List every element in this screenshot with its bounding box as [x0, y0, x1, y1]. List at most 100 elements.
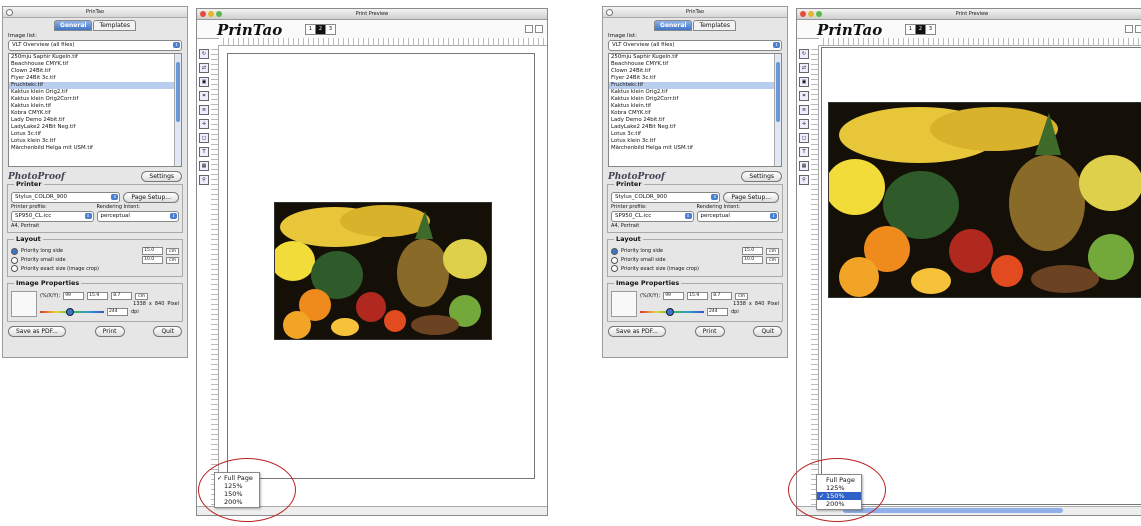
- dims-unit[interactable]: cm: [735, 292, 749, 300]
- list-item[interactable]: Märchenbild Helga mit USM.tif: [9, 145, 181, 152]
- y-field[interactable]: 8.7: [711, 292, 733, 300]
- image-list-select[interactable]: VLT Overview (all files) ⇕: [608, 40, 782, 51]
- zoom-window-icon[interactable]: [816, 11, 822, 17]
- list-item[interactable]: Kaktus klein Orig2.tif: [9, 89, 181, 96]
- quit-button[interactable]: Quit: [153, 326, 182, 337]
- long-side-field[interactable]: 15.0: [742, 247, 764, 255]
- long-side-field[interactable]: 15.0: [142, 247, 164, 255]
- page-3[interactable]: 3: [926, 25, 935, 34]
- tab-templates[interactable]: Templates: [693, 20, 736, 31]
- list-item[interactable]: Kaktus klein Orig2.tif: [609, 89, 781, 96]
- print-button[interactable]: Print: [694, 326, 725, 337]
- page-2[interactable]: 2: [916, 25, 926, 34]
- rotate-icon[interactable]: ↻: [799, 49, 809, 59]
- small-side-field[interactable]: 10.0: [142, 256, 164, 264]
- printer-profile-select[interactable]: SP950_CL.icc ⇕: [11, 211, 94, 222]
- center-icon[interactable]: ✛: [199, 119, 209, 129]
- small-side-unit[interactable]: cm: [766, 256, 779, 264]
- fit-icon[interactable]: ◻: [799, 133, 809, 143]
- list-item[interactable]: Kaktus klein.tif: [9, 103, 181, 110]
- list-item[interactable]: Lotus klein 3c.tif: [609, 138, 781, 145]
- tab-general[interactable]: General: [54, 20, 93, 31]
- text-icon[interactable]: T: [799, 147, 809, 157]
- dpi-field[interactable]: 244: [107, 308, 128, 316]
- resolution-slider[interactable]: [640, 308, 704, 316]
- image-list-select[interactable]: VLT Overview (all files) ⇕: [8, 40, 182, 51]
- list-item[interactable]: 250mju Saphir Kugeln.tif: [609, 54, 781, 61]
- y-field[interactable]: 8.7: [111, 292, 133, 300]
- small-side-field[interactable]: 10.0: [742, 256, 764, 264]
- save-pdf-button[interactable]: Save as PDF...: [8, 326, 66, 337]
- page-2[interactable]: 2: [316, 25, 326, 34]
- close-window-icon[interactable]: [200, 11, 206, 17]
- long-side-unit[interactable]: cm: [766, 247, 779, 255]
- rotate-icon[interactable]: ↻: [199, 49, 209, 59]
- fruit-photo[interactable]: [274, 202, 492, 340]
- frame-icon[interactable]: ▣: [799, 77, 809, 87]
- resolution-slider[interactable]: [40, 308, 104, 316]
- radio-exact-size[interactable]: [611, 265, 618, 272]
- list-item[interactable]: Kobra CMYK.tif: [609, 110, 781, 117]
- list-item[interactable]: Kaktus klein.tif: [609, 103, 781, 110]
- list-item[interactable]: Kaktus klein Orig2Corr.tif: [9, 96, 181, 103]
- page-1[interactable]: 1: [906, 25, 916, 34]
- list-item[interactable]: LadyLake2 24Bit Neg.tif: [609, 124, 781, 131]
- file-list[interactable]: 250mju Saphir Kugeln.tif Beachhouse CMYK…: [608, 53, 782, 167]
- list-item[interactable]: 250mju Saphir Kugeln.tif: [9, 54, 181, 61]
- tab-general[interactable]: General: [654, 20, 693, 31]
- fruit-photo[interactable]: [828, 102, 1141, 298]
- list-item[interactable]: Kaktus klein Orig2Corr.tif: [609, 96, 781, 103]
- page-3[interactable]: 3: [326, 25, 335, 34]
- slider-knob[interactable]: [666, 308, 674, 316]
- scroll-thumb[interactable]: [176, 62, 180, 122]
- list-item[interactable]: Märchenbild Helga mit USM.tif: [609, 145, 781, 152]
- page-setup-button[interactable]: Page Setup...: [123, 192, 179, 203]
- list-item[interactable]: Clown 24Bit.tif: [9, 68, 181, 75]
- settings-button[interactable]: Settings: [141, 171, 182, 182]
- printer-select[interactable]: Stylus_COLOR_900 ⇕: [611, 192, 721, 203]
- fit-icon[interactable]: ◻: [199, 133, 209, 143]
- settings-button[interactable]: Settings: [741, 171, 782, 182]
- crop-icon[interactable]: ⌗: [799, 91, 809, 101]
- collapse-icon[interactable]: [525, 25, 533, 33]
- collapse-icon[interactable]: [1125, 25, 1133, 33]
- small-side-unit[interactable]: cm: [166, 256, 179, 264]
- minimize-window-icon[interactable]: [208, 11, 214, 17]
- rendering-intent-select[interactable]: perceptual ⇕: [696, 211, 779, 222]
- page-setup-button[interactable]: Page Setup...: [723, 192, 779, 203]
- zoom-window-icon[interactable]: [216, 11, 222, 17]
- frame-icon[interactable]: ▣: [199, 77, 209, 87]
- grid-icon[interactable]: ▦: [799, 161, 809, 171]
- text-icon[interactable]: T: [199, 147, 209, 157]
- file-list[interactable]: 250mju Saphir Kugeln.tif Beachhouse CMYK…: [8, 53, 182, 167]
- dims-unit[interactable]: cm: [135, 292, 149, 300]
- list-item[interactable]: Lotus 3c.tif: [609, 131, 781, 138]
- grid-icon[interactable]: ▦: [199, 161, 209, 171]
- list-item[interactable]: Beachhouse CMYK.tif: [9, 61, 181, 68]
- list-item[interactable]: Lotus klein 3c.tif: [9, 138, 181, 145]
- align-icon[interactable]: ≡: [199, 105, 209, 115]
- quit-button[interactable]: Quit: [753, 326, 782, 337]
- expand-icon[interactable]: [535, 25, 543, 33]
- page-1[interactable]: 1: [306, 25, 316, 34]
- x-field[interactable]: 15.9: [87, 292, 109, 300]
- radio-exact-size[interactable]: [11, 265, 18, 272]
- list-item[interactable]: Kobra CMYK.tif: [9, 110, 181, 117]
- flip-icon[interactable]: ⇄: [799, 63, 809, 73]
- list-item[interactable]: Lotus 3c.tif: [9, 131, 181, 138]
- radio-small-side[interactable]: [611, 256, 618, 264]
- magnifier-icon[interactable]: ⚲: [199, 175, 209, 185]
- minimize-window-icon[interactable]: [808, 11, 814, 17]
- magnifier-icon[interactable]: ⚲: [799, 175, 809, 185]
- long-side-unit[interactable]: cm: [166, 247, 179, 255]
- scrollbar[interactable]: [174, 54, 181, 166]
- rendering-intent-select[interactable]: perceptual ⇕: [96, 211, 179, 222]
- list-item-selected[interactable]: Fruchteki.tif: [609, 82, 781, 89]
- align-icon[interactable]: ≡: [799, 105, 809, 115]
- scroll-thumb[interactable]: [776, 62, 780, 122]
- list-item[interactable]: Lady Demo 24bit.tif: [9, 117, 181, 124]
- flip-icon[interactable]: ⇄: [199, 63, 209, 73]
- list-item[interactable]: Beachhouse CMYK.tif: [609, 61, 781, 68]
- radio-small-side[interactable]: [11, 256, 18, 264]
- expand-icon[interactable]: [1135, 25, 1141, 33]
